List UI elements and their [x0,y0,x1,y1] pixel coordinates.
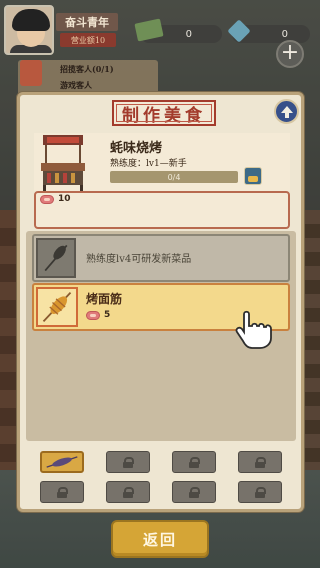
food-slot-8[interactable] [238,481,282,503]
add-button[interactable]: + [276,40,304,68]
skewer-icon [46,456,78,468]
chest-icon[interactable] [244,167,262,185]
lock-icon [189,486,200,498]
player-rank: 营业额10 [60,33,116,47]
food-slot-1[interactable] [40,451,84,473]
lock-icon [123,456,134,468]
meat-icon [86,311,100,320]
task-item: 游戏客人 [60,80,92,90]
progress-text: 0/4 [167,172,181,182]
food-slot-5[interactable] [40,481,84,503]
proficiency-progress-bar: 0/4 [110,171,238,183]
locked-skewer-icon [36,238,76,278]
recipe-row-locked[interactable]: 熟练度lv4可研发新菜品 [32,234,290,282]
recipe-locked-label: 熟练度lv4可研发新菜品 [86,254,192,265]
upgrade-button[interactable] [274,99,299,124]
lock-icon [255,486,266,498]
stall-level: 熟练度：lv1—新手 [110,159,187,169]
meat-icon [40,195,54,204]
lock-icon [255,456,266,468]
lock-icon [189,456,200,468]
arrow-up-icon [280,105,293,118]
food-slot-4[interactable] [238,451,282,473]
lock-icon [123,486,134,498]
task-item: 招揽客人(0/1) [60,64,114,74]
stall-name: 蚝味烧烤 [110,141,163,156]
ingredient-count: 10 [58,194,71,204]
food-slot-3[interactable] [172,451,216,473]
recipe-cost-count: 5 [104,310,111,320]
cooking-dialog: 制作美食 蚝味烧烤 熟练度：lv1—新手 0/4 10 熟练度lv4可研发新菜品… [17,92,304,512]
lock-icon [57,486,68,498]
pointing-hand-icon [235,310,272,349]
ingredient-box: 10 [34,191,290,229]
grilled-gluten-icon [36,287,78,327]
food-slot-6[interactable] [106,481,150,503]
recipe-cost: 5 [86,310,126,322]
recipe-name: 烤面筋 [86,292,123,306]
player-avatar[interactable] [4,5,54,55]
food-slot-2[interactable] [106,451,150,473]
clipboard-icon [20,60,42,86]
player-name: 奋斗青年 [56,13,118,31]
dialog-title: 制作美食 [112,100,216,126]
bbq-stall-icon [41,135,85,191]
return-button[interactable]: 返回 [111,520,209,558]
food-slot-7[interactable] [172,481,216,503]
